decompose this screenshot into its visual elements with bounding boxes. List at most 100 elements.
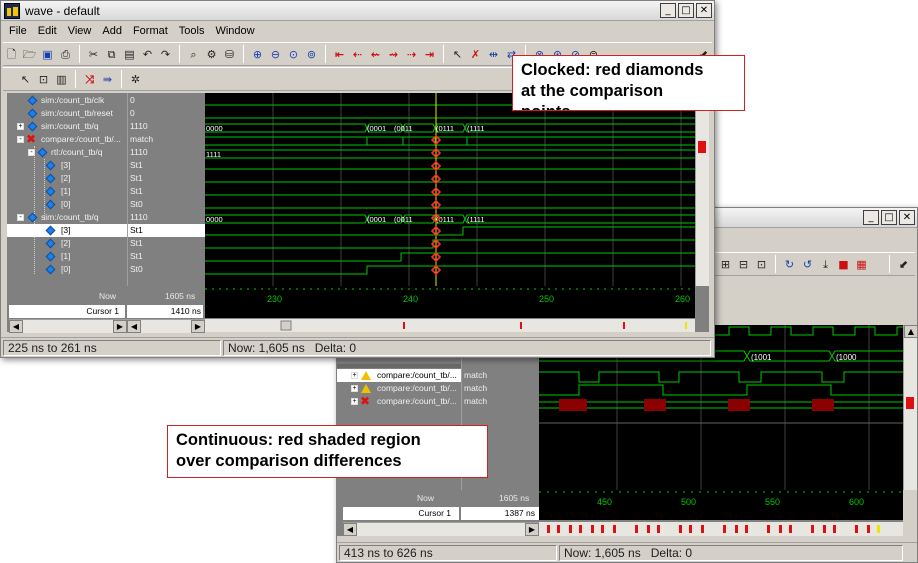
menu-format[interactable]: Format — [129, 22, 175, 41]
continue-icon[interactable]: ↺ — [799, 256, 816, 273]
cut-icon[interactable]: ✂ — [85, 46, 102, 63]
zoom-in-icon[interactable]: ⊕ — [249, 46, 266, 63]
prev-edge-icon[interactable]: ⇠ — [349, 46, 366, 63]
collapse-icon[interactable]: - — [17, 136, 24, 143]
signal-row[interactable]: [2] — [7, 172, 127, 185]
signal-row[interactable]: [0] — [7, 198, 127, 211]
next-edge-icon[interactable]: ⇢ — [403, 46, 420, 63]
diff-region — [728, 399, 750, 411]
close-button[interactable]: ✕ — [899, 210, 915, 225]
zoom-cursor-icon[interactable]: ⊚ — [303, 46, 320, 63]
signal-row[interactable]: [0] — [7, 263, 127, 276]
dataflow-icon[interactable]: ⤨ — [81, 71, 98, 88]
scroll-left-button[interactable]: ◀ — [127, 320, 141, 333]
step-into-icon[interactable]: ⊡ — [753, 256, 770, 273]
waveform-pane[interactable]: 0000 (0001 (0011 (0111 (1111 1111 0000 (… — [205, 93, 695, 286]
compile-icon[interactable]: ⚙ — [203, 46, 220, 63]
library-icon[interactable]: ⛁ — [221, 46, 238, 63]
settings-gear-icon[interactable]: ✲ — [127, 71, 144, 88]
maximize-button[interactable]: □ — [678, 3, 694, 18]
minimize-button[interactable]: _ — [660, 3, 676, 18]
save-icon[interactable]: ▣ — [39, 46, 56, 63]
print-icon[interactable]: ⎙ — [57, 46, 74, 63]
signal-row[interactable]: - sim:/count_tb/q — [7, 211, 127, 224]
expand-icon[interactable]: + — [351, 398, 358, 405]
zoom-out-icon[interactable]: ⊖ — [267, 46, 284, 63]
signal-row[interactable]: [3] — [7, 224, 127, 237]
diff-overview-bar[interactable] — [205, 319, 695, 332]
open-folder-icon[interactable]: 🗁 — [21, 46, 38, 63]
insert-cursor-icon[interactable]: ⇹ — [485, 46, 502, 63]
undock-icon[interactable]: ⬋ — [895, 256, 912, 273]
scroll-up-button[interactable]: ▲ — [904, 325, 917, 338]
horizontal-scrollbar[interactable]: ◀ ▶ ◀ ▶ — [9, 319, 205, 333]
signal-row[interactable]: sim:/count_tb/clk — [7, 94, 127, 107]
signal-row[interactable]: + ✖ compare:/count_tb/... — [337, 395, 461, 408]
signal-row[interactable]: [2] — [7, 237, 127, 250]
find-icon[interactable]: ⌕ — [185, 46, 202, 63]
signal-row[interactable]: + compare:/count_tb/... — [337, 382, 461, 395]
signal-row[interactable]: + compare:/count_tb/... — [337, 369, 461, 382]
edit-mode-icon[interactable]: ▥ — [53, 71, 70, 88]
scroll-right-button[interactable]: ▶ — [113, 320, 127, 333]
pointer-icon[interactable]: ↖ — [17, 71, 34, 88]
status-bar: 413 ns to 626 ns Now: 1,605 ns Delta: 0 — [337, 542, 917, 562]
expand-icon[interactable]: + — [17, 123, 24, 130]
signal-row[interactable]: [3] — [7, 159, 127, 172]
signal-row[interactable]: + sim:/count_tb/q — [7, 120, 127, 133]
collapse-icon[interactable]: - — [17, 214, 24, 221]
minimize-button[interactable]: _ — [863, 210, 879, 225]
diff-overview-bar[interactable] — [539, 522, 903, 536]
menu-edit[interactable]: Edit — [34, 22, 64, 41]
vertical-scrollbar[interactable]: ▲ — [903, 325, 917, 490]
step-over-icon[interactable]: ⊟ — [735, 256, 752, 273]
scroll-left-button[interactable]: ◀ — [9, 320, 23, 333]
show-drivers-icon[interactable]: ⇛ — [99, 71, 116, 88]
cursor-value[interactable]: 1387 ns — [461, 507, 539, 520]
signal-diamond-icon — [37, 147, 48, 158]
scroll-right-button[interactable]: ▶ — [525, 523, 539, 536]
scroll-right-button[interactable]: ▶ — [191, 320, 205, 333]
delete-cursor-icon[interactable]: ✗ — [467, 46, 484, 63]
vertical-scrollbar[interactable] — [695, 93, 709, 286]
zoom-full-icon[interactable]: ⊙ — [285, 46, 302, 63]
step-icon[interactable]: ⊞ — [717, 256, 734, 273]
zoom-mode-icon[interactable]: ⊡ — [35, 71, 52, 88]
close-button[interactable]: ✕ — [696, 3, 712, 18]
menu-view[interactable]: View — [64, 22, 99, 41]
new-file-icon[interactable]: 🗋 — [3, 46, 20, 63]
signal-row[interactable]: [1] — [7, 185, 127, 198]
scroll-left-button[interactable]: ◀ — [343, 523, 357, 536]
menu-add[interactable]: Add — [98, 22, 129, 41]
menu-tools[interactable]: Tools — [175, 22, 212, 41]
horizontal-scrollbar[interactable]: ◀ ▶ — [343, 522, 539, 536]
cursor-value[interactable]: 1410 ns — [127, 305, 203, 318]
menu-file[interactable]: File — [5, 22, 34, 41]
expand-icon[interactable]: + — [351, 372, 358, 379]
next-diff-icon[interactable]: ⇝ — [385, 46, 402, 63]
stop-icon[interactable]: ■ — [835, 256, 852, 273]
maximize-button[interactable]: □ — [881, 210, 897, 225]
select-mode-icon[interactable]: ↖ — [449, 46, 466, 63]
break-icon[interactable]: ⤓ — [817, 256, 834, 273]
undo-icon[interactable]: ↶ — [139, 46, 156, 63]
copy-icon[interactable]: ⧉ — [103, 46, 120, 63]
expand-icon[interactable]: + — [351, 385, 358, 392]
signal-row[interactable]: sim:/count_tb/reset — [7, 107, 127, 120]
menu-window[interactable]: Window — [211, 22, 261, 41]
signal-row[interactable]: [1] — [7, 250, 127, 263]
redo-icon[interactable]: ↷ — [157, 46, 174, 63]
cursor-label[interactable]: Cursor 1 — [9, 305, 125, 318]
prev-diff-icon[interactable]: ⇜ — [367, 46, 384, 63]
paste-icon[interactable]: ▤ — [121, 46, 138, 63]
collapse-icon[interactable]: - — [28, 149, 35, 156]
dataflow-icon[interactable]: ▦ — [853, 256, 870, 273]
signal-names-pane: sim:/count_tb/clk sim:/count_tb/reset + s… — [7, 93, 127, 286]
cursor-label[interactable]: Cursor 1 — [343, 507, 459, 520]
signal-row[interactable]: - rtl:/count_tb/q — [7, 146, 127, 159]
last-edge-icon[interactable]: ⇥ — [421, 46, 438, 63]
rerun-icon[interactable]: ↻ — [781, 256, 798, 273]
signal-row[interactable]: - ✖ compare:/count_tb/... — [7, 133, 127, 146]
svg-text:(0011: (0011 — [394, 124, 413, 133]
first-edge-icon[interactable]: ⇤ — [331, 46, 348, 63]
